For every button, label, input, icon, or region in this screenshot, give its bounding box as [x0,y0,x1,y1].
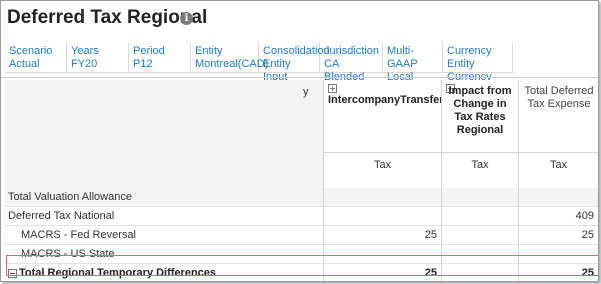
table-row[interactable]: MACRS - US State [5,245,598,264]
column-total-deferred-tax-expense: Total Deferred Tax Expense Tax [518,80,598,188]
data-cell[interactable]: 25 [518,226,598,245]
data-cell[interactable] [441,264,518,281]
data-cell[interactable] [441,188,518,207]
pov-value: P12 [133,58,153,70]
pov-years[interactable]: Years FY20 [67,43,129,73]
pov-consolidation[interactable]: Consolidation Entity Input [259,43,330,83]
table-row[interactable]: Total Valuation Allowance [5,188,598,207]
data-cell[interactable] [441,226,518,245]
column-subheader: Tax [324,152,441,188]
pov-label: Entity [195,45,223,57]
pov-value: FY20 [71,58,98,70]
form-window: Deferred Tax Regional i Scenario Actual … [0,0,599,282]
column-header: + Impact from Change in Tax Rates Region… [442,80,518,152]
pov-label: Scenario [9,45,53,57]
row-header-area: y [5,80,323,188]
data-cell[interactable] [441,245,518,264]
row-label: MACRS - Fed Reversal [21,229,136,241]
column-header-label: Total Deferred Tax Expense [524,85,594,110]
data-grid: y + IntercompanyTransfers Tax + Impact f… [5,80,598,281]
divider [1,77,598,78]
pov-label: Period [133,45,165,57]
data-cell[interactable] [441,207,518,226]
pov-value: Montreal(CAD) [195,58,269,70]
column-intercompany-transfers: + IntercompanyTransfers Tax [323,80,450,188]
column-header-label: IntercompanyTransfers [328,94,450,106]
pov-label: Jurisdiction [324,45,380,57]
pov-period[interactable]: Period P12 [129,43,191,73]
collapse-icon[interactable]: − [8,269,17,278]
table-row[interactable]: Deferred Tax National 409 [5,207,598,226]
data-cell[interactable]: 409 [518,207,598,226]
data-cell[interactable]: 25 [323,226,441,245]
table-row-total[interactable]: − Total Regional Temporary Differences 2… [5,264,598,281]
data-cell[interactable] [518,245,598,264]
column-header: + IntercompanyTransfers [324,80,450,152]
table-row[interactable]: MACRS - Fed Reversal 25 25 [5,226,598,245]
expand-icon[interactable]: + [328,84,337,93]
pov-jurisdiction[interactable]: Jurisdiction CA Blended [320,43,383,83]
pov-label: Consolidation [263,45,330,57]
data-cell[interactable] [323,207,441,226]
row-header-fragment: y [303,86,309,98]
pov-entity[interactable]: Entity Montreal(CAD) [191,43,269,73]
column-impact-change-tax-rates: + Impact from Change in Tax Rates Region… [441,80,518,188]
row-label: Total Valuation Allowance [8,191,132,203]
column-subheader: Tax [519,152,598,188]
data-cell[interactable]: 25 [323,264,441,281]
row-label: MACRS - US State [21,248,115,260]
data-cell[interactable] [323,245,441,264]
column-header: Total Deferred Tax Expense [519,80,598,152]
info-icon[interactable]: i [180,12,193,25]
row-label: Deferred Tax National [8,210,115,222]
pov-label: Multi-GAAP [387,45,418,70]
pov-label: Currency [447,45,492,57]
pov-value: Actual [9,58,40,70]
pov-multi-gaap[interactable]: Multi-GAAP Local GAAP [383,43,443,96]
pov-scenario[interactable]: Scenario Actual [5,43,67,73]
data-cell[interactable] [323,188,441,207]
pov-label: Years [71,45,99,57]
row-label: Total Regional Temporary Differences [19,267,217,279]
column-subheader: Tax [442,152,518,188]
data-cell[interactable]: 25 [518,264,598,281]
pov-bar: Scenario Actual Years FY20 Period P12 En… [5,43,513,96]
data-cell[interactable] [518,188,598,207]
column-header-label: Impact from Change in Tax Rates Regional [448,85,512,136]
pov-currency[interactable]: Currency Entity Currency [443,43,513,83]
page-title: Deferred Tax Regional [7,7,208,28]
